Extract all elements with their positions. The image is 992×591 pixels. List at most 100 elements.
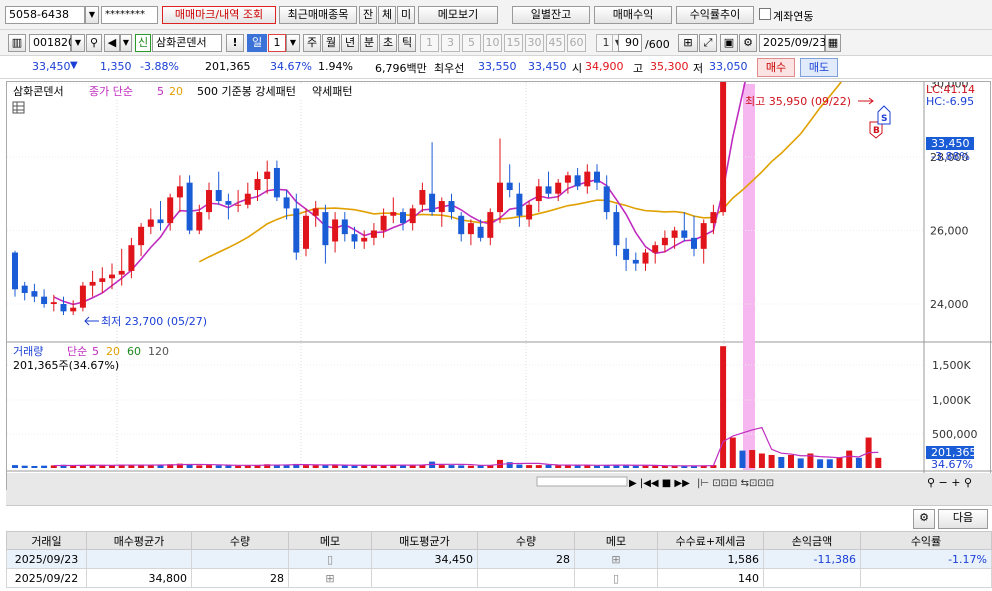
layout-icon[interactable]: ▥ — [8, 34, 26, 52]
period-count-dropdown[interactable]: ▼ — [286, 34, 300, 52]
speaker-dropdown-button[interactable]: ▼ — [120, 34, 132, 52]
volume-bar — [31, 465, 38, 468]
tick-button-6[interactable]: 45 — [546, 34, 565, 52]
candle — [157, 219, 164, 224]
legend-close-sma: 종가 단순 — [89, 85, 133, 98]
candle — [89, 281, 96, 286]
candle — [370, 230, 377, 238]
candle — [225, 201, 232, 205]
chart-settings-icon[interactable]: ⊞ — [678, 34, 698, 52]
candle — [176, 186, 183, 198]
table-cell: 34,800 — [86, 568, 192, 588]
trade-history-button[interactable]: 매매마크/내역 조회 — [162, 6, 276, 24]
period-button-2[interactable]: 년 — [341, 34, 359, 52]
candle — [535, 186, 542, 202]
zoom-icon[interactable]: ⚲ − + ⚲ — [927, 476, 972, 489]
table-settings-icon[interactable]: ⚙ — [913, 509, 935, 529]
executed-button[interactable]: 체 — [378, 6, 396, 24]
volume-bar — [642, 465, 649, 468]
daily-balance-button[interactable]: 일별잔고 — [512, 6, 590, 24]
zoom-tools-icon[interactable]: |⊢ ⊡⊡⊡ ⇆⊡⊡⊡ — [697, 478, 774, 489]
speaker-icon[interactable]: ◀ — [104, 34, 120, 52]
low-price: 33,050 — [709, 60, 748, 73]
profit-trend-button[interactable]: 수익률추이 — [676, 6, 754, 24]
balance-button[interactable]: 잔 — [359, 6, 377, 24]
candle — [661, 237, 668, 246]
col-profit: 손익금액 — [763, 531, 861, 550]
trade-profit-button[interactable]: 매매수익 — [594, 6, 672, 24]
gear-icon[interactable]: ⚙ — [739, 34, 757, 52]
unfilled-button[interactable]: 미 — [397, 6, 415, 24]
volume-bar — [79, 465, 86, 468]
candle — [380, 215, 387, 231]
svg-text:B: B — [873, 126, 880, 136]
alert-button[interactable]: ! — [226, 34, 244, 52]
search-icon[interactable]: ⚲ — [86, 34, 102, 52]
y-tick-label: 24,000 — [930, 298, 969, 311]
stock-chart[interactable]: 34,00032,00030,00028,00026,00024,000 1,5… — [6, 0, 992, 491]
buy-button[interactable]: 매수 — [757, 58, 795, 77]
volume-bar — [351, 465, 358, 468]
tick-button-7[interactable]: 60 — [567, 34, 586, 52]
col-sell-memo: 메모 — [574, 531, 658, 550]
stock-name-field[interactable]: 삼화콘덴서 — [152, 34, 222, 52]
account-number-field[interactable]: 5058-6438 — [5, 6, 85, 24]
tick-button-1[interactable]: 3 — [441, 34, 460, 52]
code-dropdown-button[interactable]: ▼ — [71, 34, 85, 52]
candle — [516, 193, 523, 216]
calendar-icon[interactable]: ▦ — [825, 34, 841, 52]
candle — [710, 212, 717, 224]
candle — [147, 219, 154, 227]
view-count-field[interactable]: 90 — [618, 34, 642, 52]
date-field[interactable]: 2025/09/23 — [759, 34, 826, 52]
account-link-checkbox[interactable] — [759, 8, 771, 20]
volume-bar — [400, 465, 406, 468]
period-button-0[interactable]: 주 — [303, 34, 321, 52]
memo-icon[interactable]: ▯ — [574, 568, 658, 588]
tick-button-3[interactable]: 10 — [483, 34, 502, 52]
candle — [254, 179, 261, 191]
account-dropdown-button[interactable]: ▼ — [85, 6, 99, 24]
candle — [652, 245, 659, 253]
volume-bar — [632, 465, 639, 468]
stock-code-field[interactable]: 001820 — [29, 34, 75, 52]
tick-button-0[interactable]: 1 — [420, 34, 439, 52]
volume-bar — [778, 456, 785, 468]
password-field[interactable]: ******** — [101, 6, 158, 24]
period-daily-button[interactable]: 일 — [247, 34, 267, 52]
indicator-icon[interactable]: ⤢ — [699, 34, 717, 52]
candle — [448, 201, 455, 213]
tick-button-5[interactable]: 30 — [525, 34, 544, 52]
table-cell: 140 — [657, 568, 764, 588]
memo-view-button[interactable]: 메모보기 — [418, 6, 498, 24]
tick-button-2[interactable]: 5 — [462, 34, 481, 52]
chart-scrollbar-thumb[interactable] — [536, 476, 628, 487]
sell-button[interactable]: 매도 — [800, 58, 838, 77]
rate-tag: -3.88% — [931, 150, 970, 163]
table-row[interactable]: 2025/09/22 34,800 28 ⊞ ▯ 140 — [6, 568, 992, 588]
volume-bar — [526, 465, 533, 468]
memo-add-icon[interactable]: ⊞ — [574, 549, 658, 569]
period-button-3[interactable]: 분 — [360, 34, 378, 52]
volume-bar — [438, 465, 445, 468]
memo-add-icon[interactable]: ⊞ — [288, 568, 372, 588]
next-button[interactable]: 다음 — [938, 509, 988, 529]
period-count-field[interactable]: 1 — [268, 34, 286, 52]
table-view-icon[interactable] — [12, 101, 25, 114]
memo-icon[interactable]: ▯ — [288, 549, 372, 569]
candle — [613, 212, 620, 246]
candle — [477, 226, 484, 238]
period-button-4[interactable]: 초 — [379, 34, 397, 52]
save-icon[interactable]: ▣ — [720, 34, 738, 52]
volume-bar — [535, 465, 542, 468]
tick-button-4[interactable]: 15 — [504, 34, 523, 52]
candle — [642, 252, 649, 264]
scroll-right-icon[interactable]: ▶ |◀◀ ■ ▶▶ — [629, 478, 690, 489]
table-cell — [86, 549, 192, 569]
volume-bar — [817, 459, 824, 468]
table-row[interactable]: 2025/09/23 ▯ 34,450 28 ⊞ 1,586 -11,386 -1.17% — [6, 549, 992, 569]
period-button-5[interactable]: 틱 — [398, 34, 416, 52]
candle — [487, 212, 494, 238]
period-button-1[interactable]: 월 — [322, 34, 340, 52]
recent-stocks-button[interactable]: 최근매매종목 — [279, 6, 357, 24]
